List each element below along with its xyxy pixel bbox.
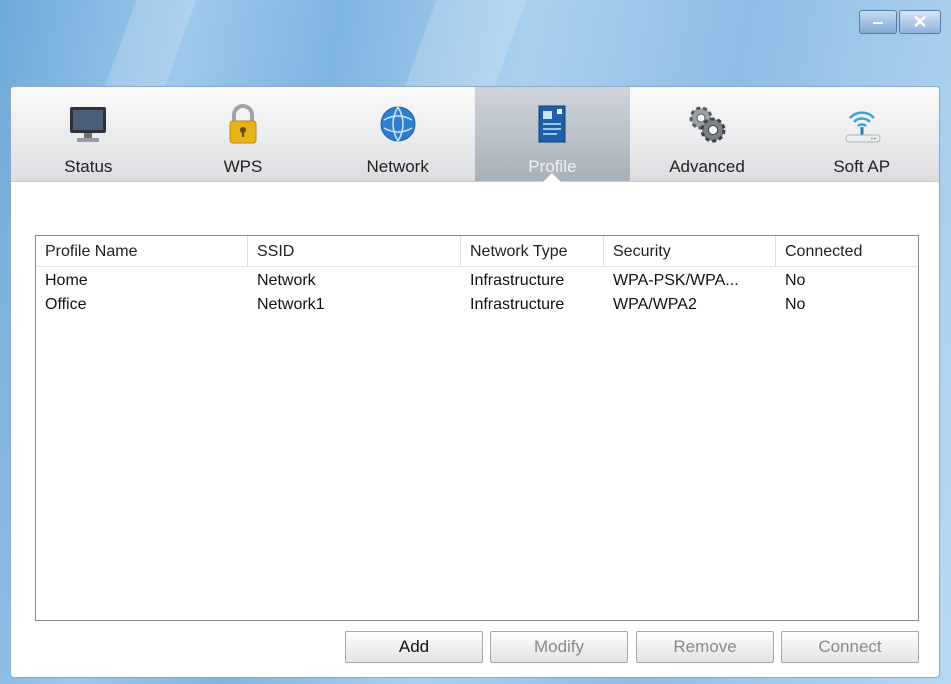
- tab-profile-label: Profile: [528, 157, 577, 176]
- globe-icon: [375, 101, 421, 147]
- column-header-profile-name[interactable]: Profile Name: [36, 236, 248, 266]
- tab-profile[interactable]: Profile: [475, 87, 630, 182]
- minimize-icon: ‒: [872, 11, 883, 32]
- glass-highlight: [103, 0, 197, 90]
- connected-cell: No: [785, 272, 806, 289]
- glass-highlight: [403, 0, 527, 90]
- column-header-security[interactable]: Security: [604, 236, 776, 266]
- minimize-button[interactable]: ‒: [859, 10, 897, 34]
- tab-status[interactable]: Status: [11, 87, 166, 181]
- close-button[interactable]: ✕: [899, 10, 941, 34]
- window-controls: ‒ ✕: [859, 10, 941, 34]
- tab-advanced-label: Advanced: [669, 157, 745, 176]
- network-type-cell: Infrastructure: [470, 272, 565, 289]
- padlock-icon: [220, 101, 266, 147]
- security-cell: WPA-PSK/WPA...: [613, 272, 739, 289]
- column-header-ssid[interactable]: SSID: [248, 236, 461, 266]
- connect-button[interactable]: Connect: [781, 631, 919, 663]
- profile-list[interactable]: Profile Name SSID Network Type Security …: [35, 235, 919, 621]
- gears-icon: [684, 101, 730, 147]
- monitor-icon: [65, 101, 111, 147]
- security-cell: WPA/WPA2: [613, 296, 697, 313]
- ssid-cell: Network1: [257, 296, 325, 313]
- tab-soft-ap[interactable]: Soft AP: [784, 87, 939, 181]
- remove-button[interactable]: Remove: [636, 631, 774, 663]
- profile-document-icon: [529, 101, 575, 147]
- tab-soft-ap-label: Soft AP: [833, 157, 891, 176]
- profile-row[interactable]: Home Network Infrastructure WPA-PSK/WPA.…: [36, 269, 918, 293]
- tab-advanced[interactable]: Advanced: [630, 87, 785, 181]
- tab-status-label: Status: [64, 157, 113, 176]
- profile-list-header: Profile Name SSID Network Type Security …: [36, 236, 918, 267]
- tab-wps[interactable]: WPS: [166, 87, 321, 181]
- wireless-router-icon: [839, 101, 885, 147]
- tab-network[interactable]: Network: [320, 87, 475, 181]
- profile-name-cell: Office: [45, 296, 87, 313]
- tab-bar: Status WPS Network Profile Advanced Soft…: [11, 87, 939, 182]
- main-panel: Status WPS Network Profile Advanced Soft…: [10, 86, 940, 678]
- profile-name-cell: Home: [45, 272, 88, 289]
- column-header-connected[interactable]: Connected: [776, 236, 916, 266]
- modify-button[interactable]: Modify: [490, 631, 628, 663]
- profile-row[interactable]: Office Network1 Infrastructure WPA/WPA2 …: [36, 293, 918, 317]
- add-button[interactable]: Add: [345, 631, 483, 663]
- tab-network-label: Network: [366, 157, 429, 176]
- column-header-network-type[interactable]: Network Type: [461, 236, 604, 266]
- network-type-cell: Infrastructure: [470, 296, 565, 313]
- close-icon: ✕: [912, 11, 928, 32]
- tab-wps-label: WPS: [223, 157, 263, 176]
- ssid-cell: Network: [257, 272, 316, 289]
- connected-cell: No: [785, 296, 806, 313]
